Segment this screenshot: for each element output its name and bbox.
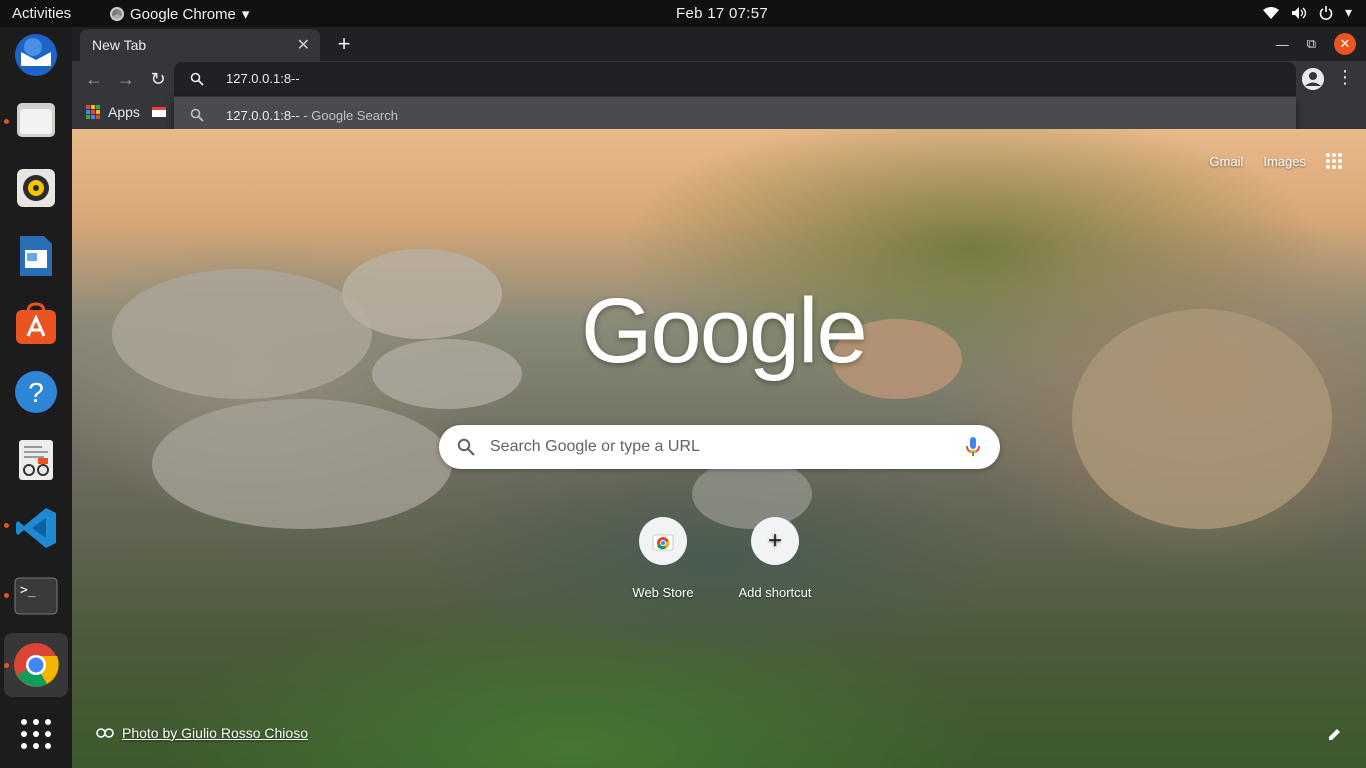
images-link[interactable]: Images: [1263, 154, 1306, 169]
background-rock: [342, 249, 502, 339]
microphone-icon[interactable]: [966, 437, 980, 457]
running-indicator: [4, 119, 9, 124]
tab-new-tab[interactable]: New Tab ✕: [80, 29, 320, 61]
ntp-search-box[interactable]: Search Google or type a URL: [439, 425, 1000, 469]
google-logo: Google: [581, 280, 868, 382]
chrome-window: New Tab ✕ + — ⧉ ✕ ← → ↻ 127.0.0.1:8-- ⋮: [72, 27, 1366, 768]
shortcut-add[interactable]: + Add shortcut: [719, 517, 831, 600]
suggestion-row[interactable]: 127.0.0.1:8-- - Google Search: [174, 97, 1296, 133]
toolbar: ← → ↻ 127.0.0.1:8-- ⋮: [72, 61, 1366, 97]
profile-avatar[interactable]: [1302, 68, 1324, 90]
libreoffice-writer-icon[interactable]: [11, 231, 61, 281]
avatar-icon: [1302, 68, 1324, 90]
help-icon[interactable]: ?: [11, 367, 61, 417]
search-icon: [457, 438, 475, 456]
web-store-icon: [639, 517, 687, 565]
app-menu-label: Google Chrome: [130, 5, 236, 23]
software-center-icon[interactable]: [11, 299, 61, 349]
clock[interactable]: Feb 17 07:57: [676, 5, 768, 22]
background-rock: [1072, 309, 1332, 529]
vscode-icon[interactable]: [11, 503, 61, 553]
back-button[interactable]: ←: [82, 67, 106, 91]
search-placeholder: Search Google or type a URL: [490, 438, 700, 455]
running-indicator: [4, 523, 9, 528]
volume-icon: [1291, 6, 1307, 19]
rhythmbox-icon[interactable]: [11, 163, 61, 213]
chrome-icon: [110, 7, 124, 21]
running-indicator: [4, 663, 9, 668]
close-icon[interactable]: ✕: [297, 35, 310, 55]
omnibox-input[interactable]: 127.0.0.1:8--: [226, 71, 300, 86]
svg-text:?: ?: [28, 377, 44, 408]
system-tray[interactable]: ▾: [1262, 4, 1352, 21]
apps-bookmark[interactable]: Apps: [86, 104, 166, 120]
apps-grid-icon: [86, 105, 100, 119]
terminal-icon[interactable]: >_: [11, 571, 61, 621]
photo-credit-text: Photo by Giulio Rosso Chioso: [122, 725, 308, 741]
files-icon[interactable]: [11, 95, 61, 145]
search-icon: [190, 72, 204, 86]
shortcut-label: Add shortcut: [738, 585, 812, 600]
power-icon: [1319, 5, 1333, 20]
shortcut-web-store[interactable]: Web Store: [607, 517, 719, 600]
chrome-icon[interactable]: [4, 633, 68, 697]
new-tab-button[interactable]: +: [332, 31, 356, 57]
minimize-button[interactable]: —: [1276, 37, 1289, 52]
document-viewer-icon[interactable]: [11, 435, 61, 485]
app-menu[interactable]: Google Chrome ▾: [110, 5, 249, 23]
activities-button[interactable]: Activities: [12, 5, 71, 22]
photo-credit-link[interactable]: Photo by Giulio Rosso Chioso: [96, 725, 308, 741]
suggestion-suffix: - Google Search: [299, 108, 398, 123]
window-close-button[interactable]: ✕: [1334, 33, 1356, 55]
chevron-down-icon: ▾: [241, 6, 250, 23]
background-rock: [372, 339, 522, 409]
running-indicator: [4, 593, 9, 598]
google-apps-icon[interactable]: [1326, 153, 1342, 169]
show-apps-icon[interactable]: [11, 709, 61, 759]
dock: ? >_: [0, 27, 72, 768]
chevron-down-icon: ▾: [1344, 4, 1352, 20]
forward-button[interactable]: →: [114, 67, 138, 91]
add-icon: +: [751, 517, 799, 565]
tab-title: New Tab: [92, 37, 147, 53]
new-tab-page: Gmail Images Google Search Google or typ…: [72, 129, 1366, 768]
reload-button[interactable]: ↻: [146, 67, 170, 91]
shortcut-label: Web Store: [632, 585, 694, 600]
suggestion-query: 127.0.0.1:8--: [226, 108, 300, 123]
maximize-button[interactable]: ⧉: [1307, 36, 1316, 52]
top-bar: Activities Google Chrome ▾ Feb 17 07:57 …: [0, 0, 1366, 27]
tab-strip: New Tab ✕ + — ⧉ ✕: [72, 27, 1366, 61]
pencil-icon[interactable]: [1328, 727, 1342, 741]
omnibox[interactable]: 127.0.0.1:8--: [174, 62, 1296, 96]
background-rock: [152, 399, 452, 529]
apps-label: Apps: [108, 104, 140, 120]
svg-text:>_: >_: [20, 583, 36, 598]
background-rock: [112, 269, 372, 399]
gmail-link[interactable]: Gmail: [1209, 154, 1243, 169]
suggestion-text: 127.0.0.1:8-- - Google Search: [226, 108, 398, 123]
ntp-header-links: Gmail Images: [1209, 153, 1342, 169]
window-controls: — ⧉ ✕: [1276, 33, 1356, 55]
link-icon: [96, 728, 114, 738]
gmail-icon[interactable]: [151, 107, 166, 117]
search-icon: [190, 108, 204, 122]
wifi-icon: [1262, 6, 1279, 19]
more-menu-button[interactable]: ⋮: [1336, 67, 1354, 88]
thunderbird-icon[interactable]: [11, 30, 61, 80]
